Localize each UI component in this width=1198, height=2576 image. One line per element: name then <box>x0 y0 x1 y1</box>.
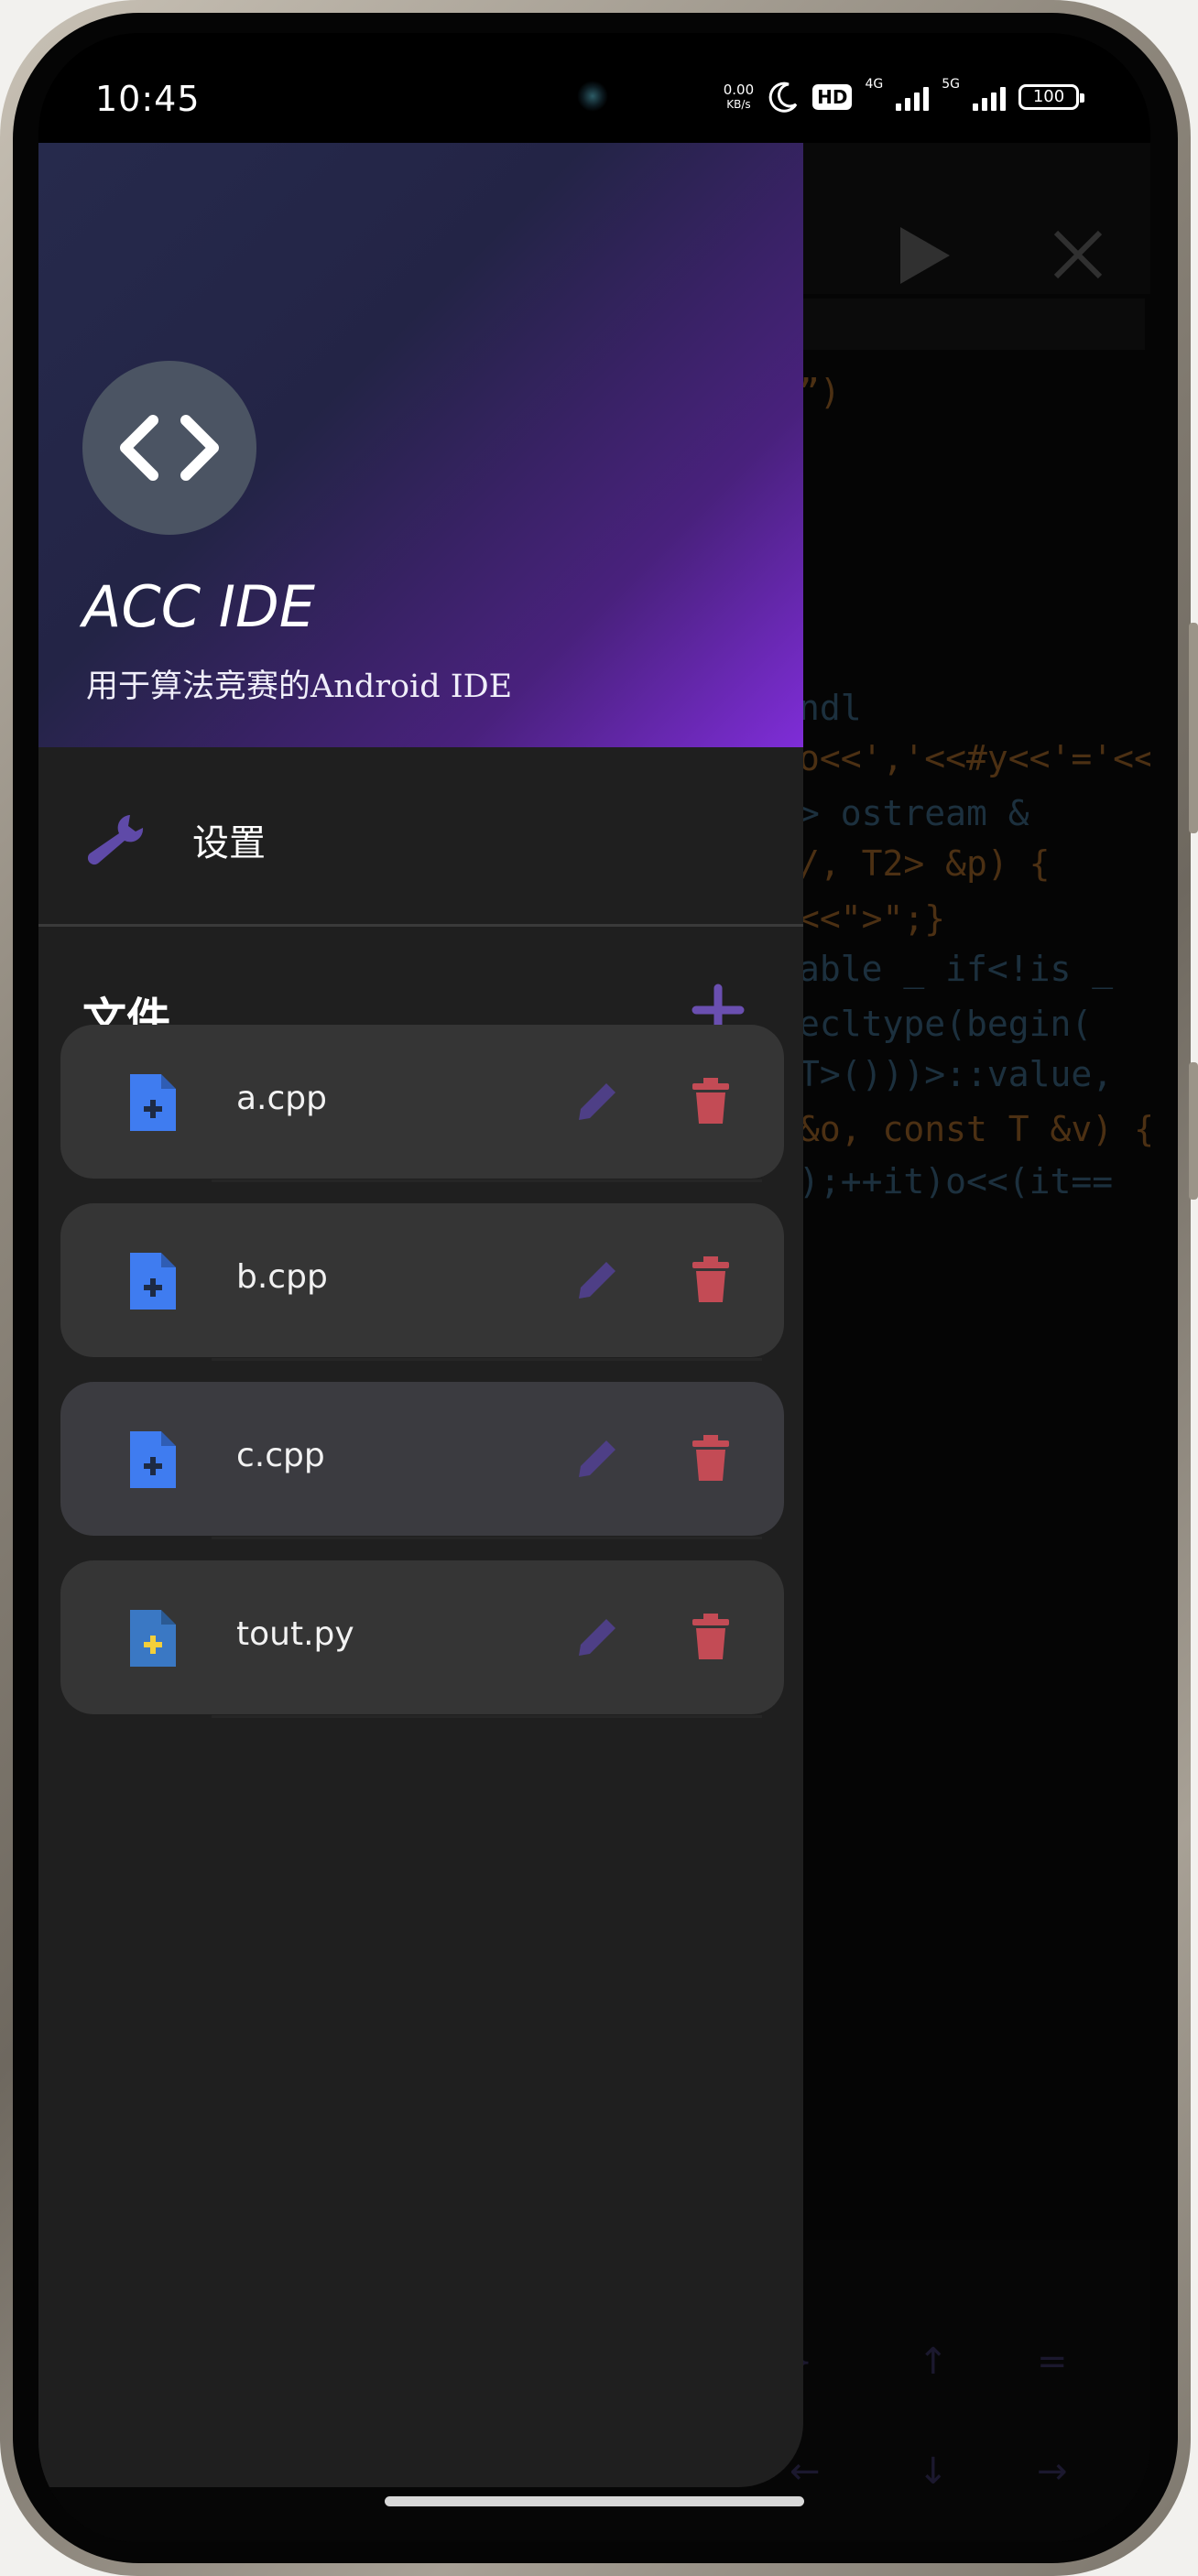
file-icon <box>130 1253 176 1310</box>
network-4g-label: 4G <box>865 77 884 92</box>
delete-trash-icon[interactable] <box>691 1255 731 1306</box>
navigation-drawer: ACC IDE 用于算法竞赛的Android IDE 设置 文件 a.cpp b.… <box>38 143 803 2487</box>
volume-key <box>1189 623 1198 833</box>
drawer-header: ACC IDE 用于算法竞赛的Android IDE <box>38 143 803 747</box>
file-item[interactable]: a.cpp <box>60 1025 784 1182</box>
app-title: ACC IDE <box>82 573 315 640</box>
file-icon <box>130 1610 176 1667</box>
network-5g-label: 5G <box>942 77 960 92</box>
power-key <box>1189 1062 1198 1200</box>
status-icons: 0.00 KB/s HD 4G 5G 100 <box>723 77 1084 117</box>
file-name: c.cpp <box>236 1437 325 1474</box>
file-name: b.cpp <box>236 1258 328 1296</box>
file-icon <box>130 1074 176 1131</box>
app-logo <box>82 361 256 535</box>
card-shadow <box>212 1715 762 1718</box>
file-name: a.cpp <box>236 1080 327 1117</box>
card-shadow <box>212 1358 762 1361</box>
gesture-home-bar[interactable] <box>385 2496 804 2506</box>
code-icon <box>120 415 219 481</box>
battery-icon: 100 <box>1018 84 1084 110</box>
front-camera <box>577 81 608 112</box>
edit-pencil-icon[interactable] <box>572 1433 623 1484</box>
hd-badge: HD <box>812 84 853 110</box>
delete-trash-icon[interactable] <box>691 1076 731 1127</box>
card-shadow <box>212 1179 762 1182</box>
net-speed: 0.00 KB/s <box>723 82 755 111</box>
app-subtitle: 用于算法竞赛的Android IDE <box>86 668 513 705</box>
file-name: tout.py <box>236 1615 354 1653</box>
file-icon <box>130 1431 176 1488</box>
delete-trash-icon[interactable] <box>691 1612 731 1663</box>
delete-trash-icon[interactable] <box>691 1433 731 1484</box>
status-bar: 10:45 0.00 KB/s HD 4G 5G 100 <box>38 33 1150 143</box>
screen: ”)ndlo<<','<<#y<<'='<<(y> ostream &/, T2… <box>38 33 1150 2542</box>
wrench-icon <box>87 815 144 865</box>
divider <box>38 924 803 927</box>
settings-menu-item[interactable]: 设置 <box>38 747 803 926</box>
edit-pencil-icon[interactable] <box>572 1076 623 1127</box>
file-item[interactable]: b.cpp <box>60 1203 784 1361</box>
file-item[interactable]: c.cpp <box>60 1382 784 1539</box>
status-time: 10:45 <box>95 79 201 119</box>
signal-5g-icon <box>973 83 1006 111</box>
edit-pencil-icon[interactable] <box>572 1612 623 1663</box>
moon-icon <box>768 82 798 113</box>
card-shadow <box>212 1537 762 1539</box>
edit-pencil-icon[interactable] <box>572 1255 623 1306</box>
signal-4g-icon <box>896 83 930 111</box>
settings-label: 设置 <box>192 822 266 864</box>
battery-level: 100 <box>1032 87 1065 106</box>
file-item[interactable]: tout.py <box>60 1560 784 1718</box>
